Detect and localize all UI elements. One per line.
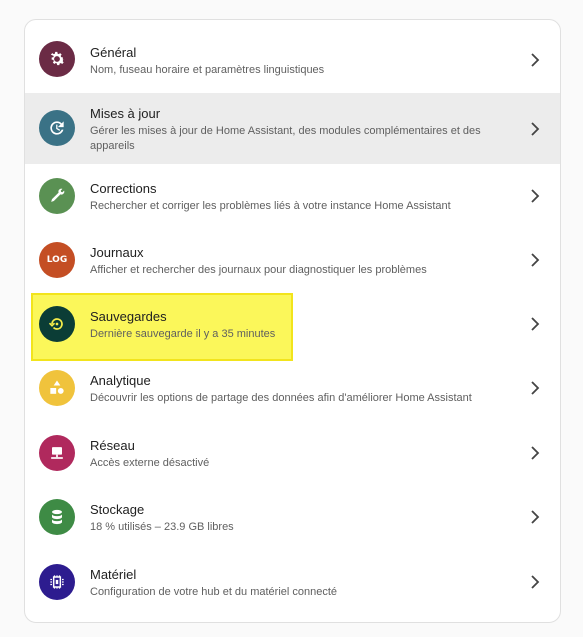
settings-item-subtitle: Rechercher et corriger les problèmes lié… <box>90 200 451 212</box>
settings-item-hardware[interactable]: Matériel Configuration de votre hub et d… <box>25 549 560 615</box>
settings-item-analytics[interactable]: Analytique Découvrir les options de part… <box>25 356 560 420</box>
shapes-icon <box>39 370 75 406</box>
chevron-right-icon <box>530 446 540 460</box>
settings-item-storage[interactable]: Stockage 18 % utilisés – 23.9 GB libres <box>25 485 560 549</box>
settings-item-title: Analytique <box>90 373 151 388</box>
settings-item-title: Journaux <box>90 245 144 260</box>
settings-item-updates[interactable]: Mises à jour Gérer les mises à jour de H… <box>25 93 560 164</box>
settings-item-subtitle: Gérer les mises à jour de Home Assistant… <box>90 125 481 152</box>
wrench-icon <box>39 178 75 214</box>
chevron-right-icon <box>530 253 540 267</box>
log-icon: LOG <box>39 242 75 278</box>
settings-item-subtitle: Découvrir les options de partage des don… <box>90 392 472 404</box>
update-icon <box>39 110 75 146</box>
settings-item-title: Sauvegardes <box>90 309 167 324</box>
settings-item-general[interactable]: Général Nom, fuseau horaire et paramètre… <box>25 20 560 94</box>
settings-item-subtitle: Configuration de votre hub et du matérie… <box>90 586 338 598</box>
chevron-right-icon <box>530 575 540 589</box>
settings-item-subtitle: 18 % utilisés – 23.9 GB libres <box>90 521 234 533</box>
settings-item-network[interactable]: Réseau Accès externe désactivé <box>25 420 560 485</box>
settings-item-backups[interactable]: Sauvegardes Dernière sauvegarde il y a 3… <box>25 292 560 361</box>
gear-icon <box>39 41 75 77</box>
settings-card: Général Nom, fuseau horaire et paramètre… <box>24 19 561 623</box>
chevron-right-icon <box>530 510 540 524</box>
settings-item-title: Corrections <box>90 181 157 196</box>
chevron-right-icon <box>530 122 540 136</box>
settings-item-subtitle: Dernière sauvegarde il y a 35 minutes <box>90 328 276 340</box>
chevron-right-icon <box>530 53 540 67</box>
settings-item-title: Mises à jour <box>90 106 161 121</box>
settings-item-subtitle: Nom, fuseau horaire et paramètres lingui… <box>90 64 325 76</box>
settings-item-repairs[interactable]: Corrections Rechercher et corriger les p… <box>25 164 560 228</box>
database-icon <box>39 499 75 535</box>
chevron-right-icon <box>530 381 540 395</box>
chip-icon <box>39 564 75 600</box>
chevron-right-icon <box>530 317 540 331</box>
settings-item-logs[interactable]: LOG Journaux Afficher et rechercher des … <box>25 228 560 292</box>
settings-item-title: Réseau <box>90 438 135 453</box>
settings-item-title: Stockage <box>90 502 145 517</box>
settings-item-subtitle: Afficher et rechercher des journaux pour… <box>90 264 427 276</box>
backup-restore-icon <box>39 306 75 342</box>
log-icon-text: LOG <box>46 255 68 265</box>
settings-item-subtitle: Accès externe désactivé <box>90 457 210 469</box>
network-icon <box>39 435 75 471</box>
settings-item-title: Général <box>90 45 137 60</box>
settings-item-title: Matériel <box>90 567 137 582</box>
chevron-right-icon <box>530 189 540 203</box>
